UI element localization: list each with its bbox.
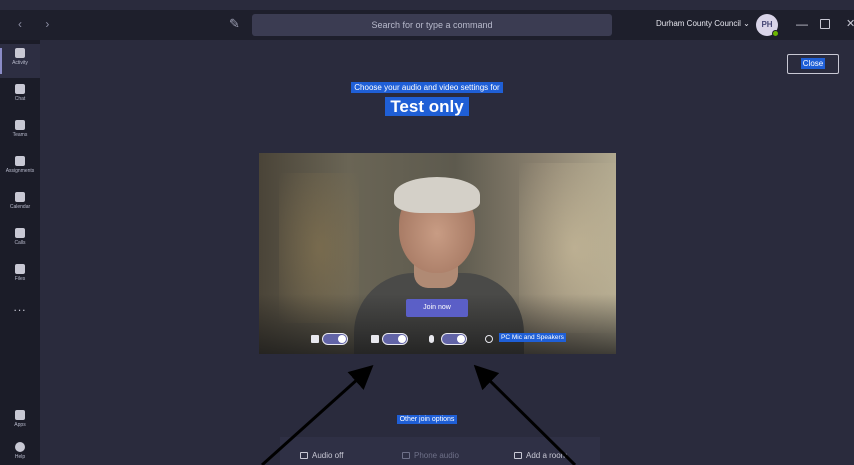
avatar-initials: PH	[761, 20, 773, 29]
device-controls: PC Mic and Speakers	[259, 332, 616, 348]
add-room-option[interactable]: Add a room	[514, 451, 567, 460]
meeting-title: Test only	[0, 97, 854, 117]
camera-toggle[interactable]	[322, 333, 348, 345]
sidebar-item-calendar[interactable]: Calendar	[0, 188, 40, 222]
sidebar-item-label: Calls	[14, 240, 26, 246]
microphone-toggle[interactable]	[441, 333, 467, 345]
cast-icon	[514, 452, 522, 459]
camera-icon	[311, 335, 319, 343]
phone-icon	[15, 228, 25, 238]
compose-icon[interactable]: ✎	[229, 16, 245, 32]
speaker-off-icon	[300, 452, 308, 459]
search-input[interactable]: Search for or type a command	[252, 14, 612, 36]
person-hair	[394, 177, 480, 213]
microphone-icon	[429, 335, 434, 343]
org-switcher[interactable]: Durham County Council ⌄	[656, 19, 750, 28]
join-options-bar: Audio off Phone audio Add a room	[280, 437, 600, 465]
meeting-title-text: Test only	[385, 97, 469, 116]
title-bar: ‹ › ✎ Search for or type a command Durha…	[0, 10, 854, 40]
background-effects-icon	[371, 335, 379, 343]
toggle-knob	[338, 335, 346, 343]
close-button[interactable]: Close	[787, 54, 839, 74]
phone-audio-option[interactable]: Phone audio	[402, 451, 459, 460]
other-join-options-heading: Other join options	[0, 415, 854, 424]
join-now-button[interactable]: Join now	[406, 299, 468, 317]
gear-icon[interactable]	[485, 335, 493, 343]
toggle-knob	[398, 335, 406, 343]
bell-icon	[15, 48, 25, 58]
prejoin-subtitle: Choose your audio and video settings for	[0, 82, 854, 93]
sidebar-item-teams[interactable]: Teams	[0, 116, 40, 150]
sidebar-item-files[interactable]: Files	[0, 260, 40, 294]
audio-off-option[interactable]: Audio off	[300, 451, 343, 460]
calendar-icon	[15, 192, 25, 202]
other-join-text: Other join options	[396, 415, 458, 424]
window-close-icon[interactable]: ✕	[846, 17, 854, 30]
teams-icon	[15, 120, 25, 130]
presence-dot	[772, 30, 779, 37]
sidebar-item-activity[interactable]: Activity	[0, 44, 40, 78]
sidebar-item-label: Teams	[12, 132, 28, 138]
device-label: PC Mic and Speakers	[499, 333, 566, 342]
audio-device-selector[interactable]: PC Mic and Speakers	[499, 333, 566, 342]
back-forward-icon[interactable]: ‹ ›	[18, 17, 59, 31]
teams-window: ‹ › ✎ Search for or type a command Durha…	[0, 0, 854, 465]
maximize-icon[interactable]	[820, 19, 830, 29]
sidebar-item-help[interactable]: Help	[0, 438, 40, 465]
sidebar-item-calls[interactable]: Calls	[0, 224, 40, 258]
video-preview: Join now PC Mic and Speakers	[259, 153, 616, 354]
phone-audio-label: Phone audio	[414, 451, 459, 460]
add-room-label: Add a room	[526, 451, 568, 460]
avatar[interactable]: PH	[756, 14, 779, 37]
close-label: Close	[800, 58, 826, 69]
sidebar-item-apps[interactable]: Apps	[0, 406, 40, 440]
audio-off-label: Audio off	[312, 451, 344, 460]
sidebar-item-label: Help	[14, 454, 26, 460]
sidebar-item-label: Files	[14, 276, 26, 282]
more-apps-icon[interactable]: ...	[0, 300, 40, 314]
sidebar-item-assignments[interactable]: Assignments	[0, 152, 40, 186]
assignments-icon	[15, 156, 25, 166]
files-icon	[15, 264, 25, 274]
subtitle-text: Choose your audio and video settings for	[351, 82, 503, 93]
phone-icon	[402, 452, 410, 459]
toggle-knob	[457, 335, 465, 343]
sidebar-item-label: Assignments	[5, 168, 35, 174]
minimize-icon[interactable]: —	[796, 17, 808, 31]
background-blur-toggle[interactable]	[382, 333, 408, 345]
sidebar-item-label: Activity	[12, 60, 28, 66]
help-icon	[15, 442, 25, 452]
sidebar-item-label: Calendar	[9, 204, 31, 210]
